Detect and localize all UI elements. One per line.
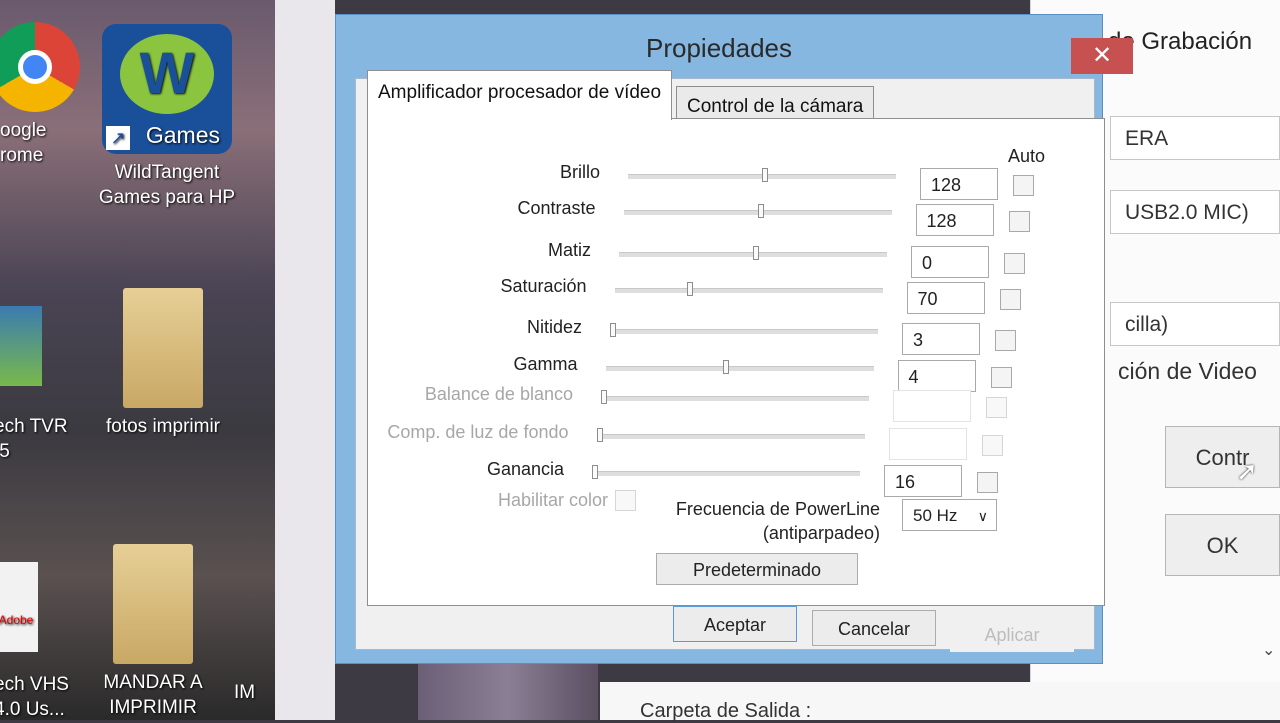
vhs-label: ech VHS 4.0 Us...	[0, 674, 69, 720]
close-button[interactable]: ✕	[1071, 38, 1133, 74]
auto-checkbox[interactable]	[981, 435, 1003, 456]
property-value-field[interactable]: 70	[906, 282, 985, 314]
auto-header: Auto	[1008, 146, 1046, 166]
chevron-down-icon: ∨	[977, 508, 988, 524]
property-label: Brillo	[559, 162, 600, 182]
powerline-select[interactable]: 50 Hz ∨	[902, 499, 997, 531]
folder-icon	[123, 288, 203, 408]
apply-button[interactable]: Aplicar	[950, 616, 1074, 652]
input-field[interactable]: cilla)	[1110, 302, 1280, 346]
slider-thumb[interactable]	[596, 428, 603, 442]
adobe-badge: Adobe	[0, 613, 34, 627]
slider-thumb[interactable]	[686, 282, 693, 296]
tvr-label: ech TVR .5	[0, 416, 68, 462]
vhs-shortcut[interactable]: Adobe ech VHS 4.0 Us...	[0, 562, 84, 722]
slider-thumb[interactable]	[753, 246, 759, 260]
property-value-field[interactable]: 128	[915, 204, 994, 236]
close-icon: ✕	[1091, 42, 1113, 69]
accept-button[interactable]: Aceptar	[673, 606, 797, 642]
slider-thumb[interactable]	[762, 168, 768, 182]
shortcut-arrow-icon: ↗	[106, 126, 130, 150]
property-label: Matiz	[547, 240, 591, 260]
slider-thumb[interactable]	[610, 323, 616, 337]
control-button[interactable]: Contr	[1165, 426, 1280, 488]
property-value-field[interactable]	[893, 390, 971, 422]
slider-thumb[interactable]	[592, 465, 598, 479]
property-value-field[interactable]: 3	[902, 323, 980, 355]
slider-track[interactable]	[601, 396, 869, 401]
ok-button[interactable]: OK	[1165, 514, 1280, 576]
tvr-app-icon	[0, 306, 42, 386]
auto-checkbox[interactable]	[1013, 175, 1034, 196]
slider-thumb[interactable]	[723, 360, 730, 374]
slider-track[interactable]	[596, 434, 865, 439]
property-label: Comp. de luz de fondo	[387, 422, 569, 442]
property-label: Ganancia	[486, 459, 564, 479]
auto-checkbox[interactable]	[1004, 253, 1025, 274]
fotos-imprimir-label: fotos imprimir	[105, 416, 220, 437]
predeterminado-button[interactable]: Predeterminado	[656, 553, 858, 585]
fotos-imprimir-folder[interactable]: fotos imprimir	[88, 288, 238, 439]
powerline-label: Frecuencia de PowerLine (antiparpadeo)	[675, 499, 880, 543]
property-label: Nitidez	[526, 317, 582, 337]
folder-icon	[113, 544, 193, 664]
mouse-cursor-icon: ➚	[1236, 456, 1258, 486]
tvr-shortcut[interactable]: ech TVR .5	[0, 306, 84, 464]
chrome-icon	[0, 22, 80, 112]
slider-thumb[interactable]	[601, 390, 607, 404]
desktop-gap	[275, 0, 335, 720]
wildtangent-shortcut[interactable]: W ↗ Games WildTangent Games para HP	[92, 24, 242, 210]
chrome-label: oogle rome	[0, 120, 47, 166]
property-value-field[interactable]: 128	[920, 168, 998, 200]
habilitar-color-checkbox[interactable]	[615, 490, 636, 511]
slider-track[interactable]	[614, 288, 883, 293]
tab-video-amplifier[interactable]: Amplificador procesador de vídeo	[367, 70, 673, 120]
property-label: Saturación	[500, 276, 587, 296]
adobe-pdf-icon: Adobe	[0, 562, 38, 652]
property-label: Balance de blanco	[424, 384, 573, 404]
video-section-label: ción de Video	[1118, 358, 1257, 384]
property-label: Gamma	[513, 354, 578, 374]
chrome-shortcut[interactable]: oogle rome	[0, 22, 90, 168]
chevron-down-icon[interactable]: ⌄	[1262, 640, 1275, 660]
mandar-imprimir-folder[interactable]: MANDAR A IMPRIMIR	[88, 544, 218, 720]
video-thumbnail	[418, 664, 598, 720]
cancel-button[interactable]: Cancelar	[812, 610, 936, 646]
wildtangent-games-icon: W ↗ Games	[102, 24, 232, 154]
auto-checkbox[interactable]	[977, 472, 998, 493]
powerline-value: 50 Hz	[913, 506, 958, 525]
camera-field[interactable]: ERA	[1110, 116, 1280, 160]
auto-checkbox[interactable]	[995, 330, 1016, 351]
auto-checkbox[interactable]	[990, 367, 1012, 388]
property-value-field[interactable]: 4	[897, 360, 976, 392]
habilitar-color-label: Habilitar color	[497, 490, 608, 510]
microphone-field[interactable]: USB2.0 MIC)	[1110, 190, 1280, 234]
auto-checkbox[interactable]	[1008, 211, 1030, 232]
slider-track[interactable]	[605, 366, 874, 371]
games-badge: Games	[145, 122, 220, 148]
auto-checkbox[interactable]	[986, 397, 1007, 418]
property-value-field[interactable]: 16	[884, 465, 962, 497]
property-value-field[interactable]: 0	[911, 246, 989, 278]
slider-track[interactable]	[610, 329, 878, 334]
dialog-title: Propiedades	[646, 33, 792, 63]
mandar-imprimir-label: MANDAR A IMPRIMIR	[103, 672, 203, 718]
w-logo-icon: W	[120, 34, 214, 114]
wildtangent-label: WildTangent Games para HP	[98, 162, 236, 208]
slider-track[interactable]	[592, 471, 860, 476]
property-label: Contraste	[517, 198, 596, 218]
property-value-field[interactable]	[888, 428, 967, 460]
partial-shortcut[interactable]: IM	[234, 680, 274, 705]
slider-thumb[interactable]	[757, 204, 764, 218]
partial-shortcut-label: IM	[234, 682, 256, 703]
auto-checkbox[interactable]	[999, 289, 1021, 310]
